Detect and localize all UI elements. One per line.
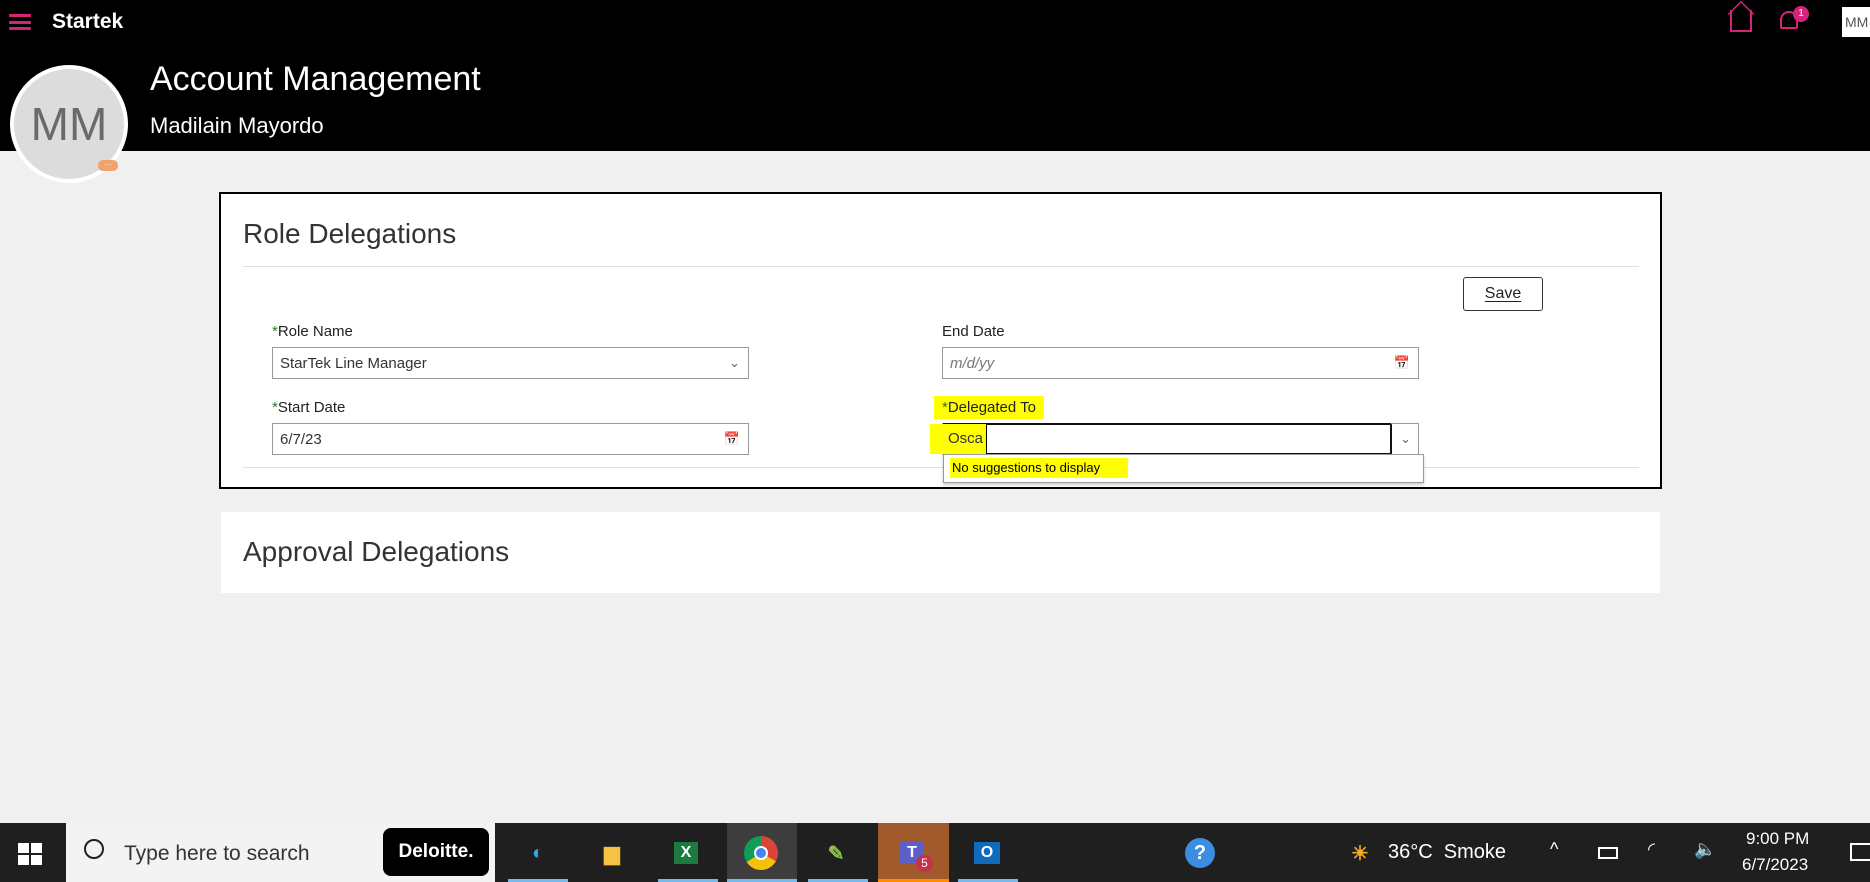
chevron-down-icon: ⌄ [1400,431,1411,446]
end-date-label: End Date [942,323,1005,340]
help-icon[interactable]: ? [1180,833,1220,873]
role-name-value: StarTek Line Manager [280,354,427,372]
delegated-to-input[interactable]: Osca [930,423,1392,455]
weather-text[interactable]: 36°C Smoke [1388,841,1506,864]
no-suggestions-text: No suggestions to display [950,458,1129,478]
volume-icon[interactable]: 🔈 [1694,839,1716,860]
start-date-label: *Start Date [272,399,345,416]
page-title: Account Management [150,60,481,98]
chrome-icon[interactable] [741,833,781,873]
start-date-value: 6/7/23 [280,430,322,448]
delegated-to-dropdown-button[interactable]: ⌄ [1392,423,1419,455]
save-button[interactable]: Save [1463,277,1543,311]
divider [243,266,1639,267]
calendar-icon[interactable]: 📅 [1394,355,1410,371]
startek-logo[interactable]: Startek [52,10,123,34]
delegated-to-value: Osca [930,424,988,454]
windows-taskbar: Type here to search Deloitte. ◐ ▆ X ✎ T … [0,823,1870,882]
notification-center-icon[interactable] [1850,843,1870,861]
deloitte-logo: Deloitte. [383,828,489,876]
end-date-placeholder: m/d/yy [950,354,995,372]
home-icon[interactable] [1727,0,1755,32]
save-label: Save [1484,285,1522,302]
delegated-to-label: *Delegated To [934,396,1044,419]
edge-icon[interactable]: ◐ [518,833,558,873]
notification-badge: 1 [1793,6,1809,22]
label-text: Role Name [277,323,353,340]
label-text: Start Date [277,399,346,416]
hamburger-menu-icon[interactable] [9,14,31,30]
clock-date[interactable]: 6/7/2023 [1742,855,1808,875]
windows-start-icon[interactable] [18,843,42,865]
weather-icon[interactable]: ☀ [1340,833,1380,873]
user-avatar-button[interactable]: MM [1842,7,1870,37]
notepad-app-icon[interactable]: ✎ [816,833,856,873]
user-name: Madilain Mayordo [150,113,324,138]
role-name-select[interactable]: StarTek Line Manager ⌄ [272,347,749,379]
divider [243,467,1639,468]
wifi-icon[interactable]: ◜ [1648,839,1655,860]
start-date-input[interactable]: 6/7/23 📅 [272,423,749,455]
excel-icon[interactable]: X [666,833,706,873]
calendar-icon[interactable]: 📅 [724,431,740,447]
clock-time[interactable]: 9:00 PM [1746,829,1809,849]
app-header: Startek 1 MM Account Management Madilain… [0,0,1870,151]
end-date-input[interactable]: m/d/yy 📅 [942,347,1419,379]
chevron-down-icon: ⌄ [729,355,740,370]
role-delegations-title: Role Delegations [243,218,457,249]
search-icon [84,839,104,859]
role-name-label: *Role Name [272,323,353,340]
suggestions-dropdown: No suggestions to display [943,454,1424,483]
search-placeholder: Type here to search [124,842,310,865]
file-explorer-icon[interactable]: ▆ [592,833,632,873]
approval-delegations-title: Approval Delegations [243,536,510,567]
presence-status-icon: ··· [98,160,118,171]
taskbar-search-box[interactable]: Type here to search Deloitte. [66,823,495,882]
teams-badge: 5 [916,855,933,872]
battery-icon[interactable] [1598,847,1618,859]
outlook-icon[interactable]: O [967,833,1007,873]
label-text: Delegated To [947,399,1036,416]
show-hidden-icons-chevron-icon[interactable]: ^ [1550,839,1558,860]
